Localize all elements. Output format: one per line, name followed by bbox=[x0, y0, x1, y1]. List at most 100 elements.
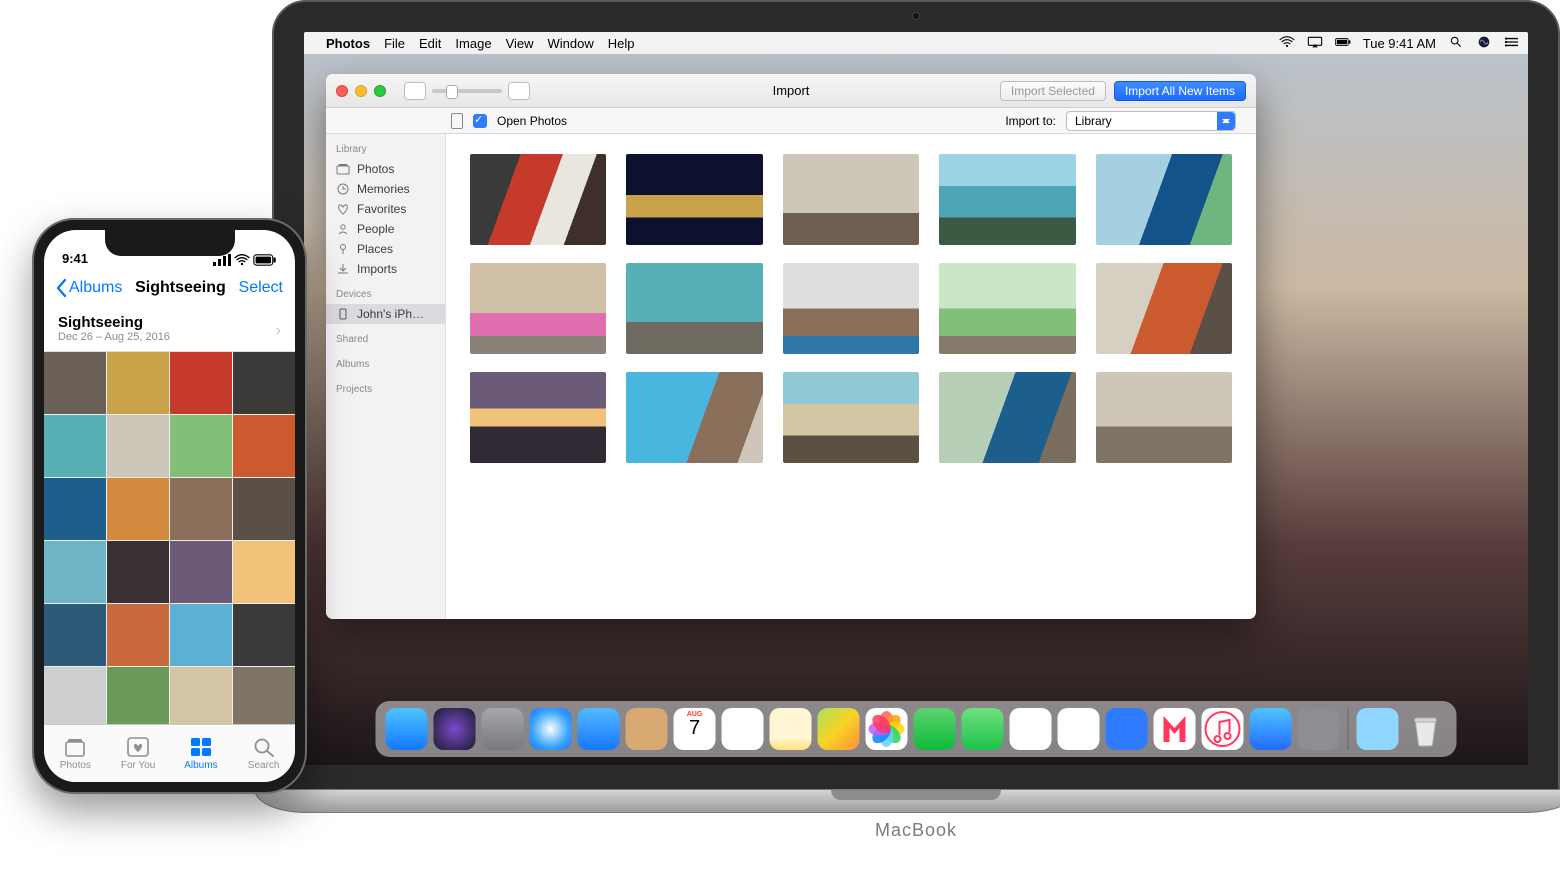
tab-photos[interactable]: Photos bbox=[44, 725, 107, 782]
photo-thumbnail[interactable] bbox=[107, 604, 169, 666]
siri-icon[interactable] bbox=[1476, 36, 1492, 51]
sidebar-item-device-iphone[interactable]: John's iPh… bbox=[326, 304, 445, 324]
photo-thumbnail[interactable] bbox=[170, 352, 232, 414]
photo-thumbnail[interactable] bbox=[170, 541, 232, 603]
menubar-item-image[interactable]: Image bbox=[455, 36, 491, 51]
open-photos-checkbox[interactable] bbox=[473, 114, 487, 128]
import-thumbnail[interactable] bbox=[626, 154, 762, 245]
airplay-icon[interactable] bbox=[1307, 36, 1323, 51]
tab-albums[interactable]: Albums bbox=[170, 725, 233, 782]
import-thumbnail[interactable] bbox=[1096, 154, 1232, 245]
photo-thumbnail[interactable] bbox=[233, 604, 295, 666]
import-thumbnail[interactable] bbox=[626, 263, 762, 354]
photo-thumbnail[interactable] bbox=[170, 478, 232, 540]
import-thumbnail[interactable] bbox=[783, 154, 919, 245]
menubar-item-edit[interactable]: Edit bbox=[419, 36, 441, 51]
import-thumbnail[interactable] bbox=[470, 263, 606, 354]
dock-app-news[interactable] bbox=[1154, 708, 1196, 750]
photo-grid[interactable] bbox=[44, 352, 295, 724]
photo-thumbnail[interactable] bbox=[44, 667, 106, 724]
dock-app-itunes[interactable] bbox=[1202, 708, 1244, 750]
dock-app-mail[interactable] bbox=[578, 708, 620, 750]
sidebar-item-photos[interactable]: Photos bbox=[326, 159, 445, 179]
zoom-slider[interactable] bbox=[432, 89, 502, 93]
photo-thumbnail[interactable] bbox=[44, 415, 106, 477]
import-to-select[interactable]: Library bbox=[1066, 111, 1236, 131]
import-all-button[interactable]: Import All New Items bbox=[1114, 81, 1246, 101]
photo-thumbnail[interactable] bbox=[44, 604, 106, 666]
import-thumbnail[interactable] bbox=[470, 372, 606, 463]
photo-thumbnail[interactable] bbox=[107, 415, 169, 477]
sidebar-item-places[interactable]: Places bbox=[326, 239, 445, 259]
photo-thumbnail[interactable] bbox=[233, 478, 295, 540]
import-thumbnail[interactable] bbox=[939, 372, 1075, 463]
dock-app-facetime[interactable] bbox=[962, 708, 1004, 750]
dock-app-messages[interactable] bbox=[914, 708, 956, 750]
tab-for-you[interactable]: For You bbox=[107, 725, 170, 782]
photo-thumbnail[interactable] bbox=[233, 667, 295, 724]
sidebar-item-memories[interactable]: Memories bbox=[326, 179, 445, 199]
dock-app-pages[interactable] bbox=[1058, 708, 1100, 750]
dock-app-preferences[interactable] bbox=[1298, 708, 1340, 750]
zoom-in-icon[interactable] bbox=[508, 82, 530, 100]
wifi-icon[interactable] bbox=[1279, 36, 1295, 51]
import-thumbnail[interactable] bbox=[939, 263, 1075, 354]
close-button[interactable] bbox=[336, 85, 348, 97]
photo-thumbnail[interactable] bbox=[233, 415, 295, 477]
sidebar-item-favorites[interactable]: Favorites bbox=[326, 199, 445, 219]
import-thumbnail[interactable] bbox=[1096, 263, 1232, 354]
minimize-button[interactable] bbox=[355, 85, 367, 97]
photo-thumbnail[interactable] bbox=[233, 541, 295, 603]
zoom-out-icon[interactable] bbox=[404, 82, 426, 100]
sidebar-item-people[interactable]: People bbox=[326, 219, 445, 239]
select-button[interactable]: Select bbox=[239, 279, 283, 297]
menubar-app-name[interactable]: Photos bbox=[326, 36, 370, 51]
import-thumbnail[interactable] bbox=[470, 154, 606, 245]
dock-app-keynote[interactable] bbox=[1106, 708, 1148, 750]
dock-app-contacts[interactable] bbox=[626, 708, 668, 750]
menubar-item-file[interactable]: File bbox=[384, 36, 405, 51]
dock-app-appstore[interactable] bbox=[1250, 708, 1292, 750]
import-thumbnail[interactable] bbox=[939, 154, 1075, 245]
import-thumbnail[interactable] bbox=[626, 372, 762, 463]
dock-app-photos[interactable] bbox=[866, 708, 908, 750]
notification-center-icon[interactable] bbox=[1504, 36, 1520, 51]
dock-app-downloads[interactable] bbox=[1357, 708, 1399, 750]
photo-thumbnail[interactable] bbox=[170, 667, 232, 724]
import-selected-button[interactable]: Import Selected bbox=[1000, 81, 1106, 101]
album-header[interactable]: Sightseeing Dec 26 – Aug 25, 2016 › bbox=[44, 308, 295, 352]
photo-thumbnail[interactable] bbox=[44, 478, 106, 540]
back-button[interactable]: Albums bbox=[56, 279, 122, 297]
import-grid[interactable] bbox=[446, 134, 1256, 619]
photo-thumbnail[interactable] bbox=[44, 541, 106, 603]
dock-app-maps[interactable] bbox=[818, 708, 860, 750]
dock-app-siri[interactable] bbox=[434, 708, 476, 750]
battery-icon[interactable] bbox=[1335, 36, 1351, 51]
dock-app-launchpad[interactable] bbox=[482, 708, 524, 750]
photo-thumbnail[interactable] bbox=[233, 352, 295, 414]
window-titlebar[interactable]: Import Import Selected Import All New It… bbox=[326, 74, 1256, 108]
photo-thumbnail[interactable] bbox=[170, 415, 232, 477]
dock-app-numbers[interactable] bbox=[1010, 708, 1052, 750]
menubar-clock[interactable]: Tue 9:41 AM bbox=[1363, 36, 1436, 51]
photo-thumbnail[interactable] bbox=[107, 667, 169, 724]
dock-app-finder[interactable] bbox=[386, 708, 428, 750]
dock-app-calendar[interactable]: AUG7 bbox=[674, 708, 716, 750]
spotlight-icon[interactable] bbox=[1448, 36, 1464, 51]
photo-thumbnail[interactable] bbox=[107, 541, 169, 603]
zoom-button[interactable] bbox=[374, 85, 386, 97]
import-thumbnail[interactable] bbox=[1096, 372, 1232, 463]
menubar-item-view[interactable]: View bbox=[506, 36, 534, 51]
import-thumbnail[interactable] bbox=[783, 372, 919, 463]
photo-thumbnail[interactable] bbox=[107, 352, 169, 414]
import-thumbnail[interactable] bbox=[783, 263, 919, 354]
dock-app-safari[interactable] bbox=[530, 708, 572, 750]
dock-app-trash[interactable] bbox=[1405, 708, 1447, 750]
menubar-item-window[interactable]: Window bbox=[548, 36, 594, 51]
photo-thumbnail[interactable] bbox=[107, 478, 169, 540]
menubar-item-help[interactable]: Help bbox=[608, 36, 635, 51]
dock-app-notes[interactable] bbox=[770, 708, 812, 750]
photo-thumbnail[interactable] bbox=[170, 604, 232, 666]
dock-app-reminders[interactable] bbox=[722, 708, 764, 750]
photo-thumbnail[interactable] bbox=[44, 352, 106, 414]
